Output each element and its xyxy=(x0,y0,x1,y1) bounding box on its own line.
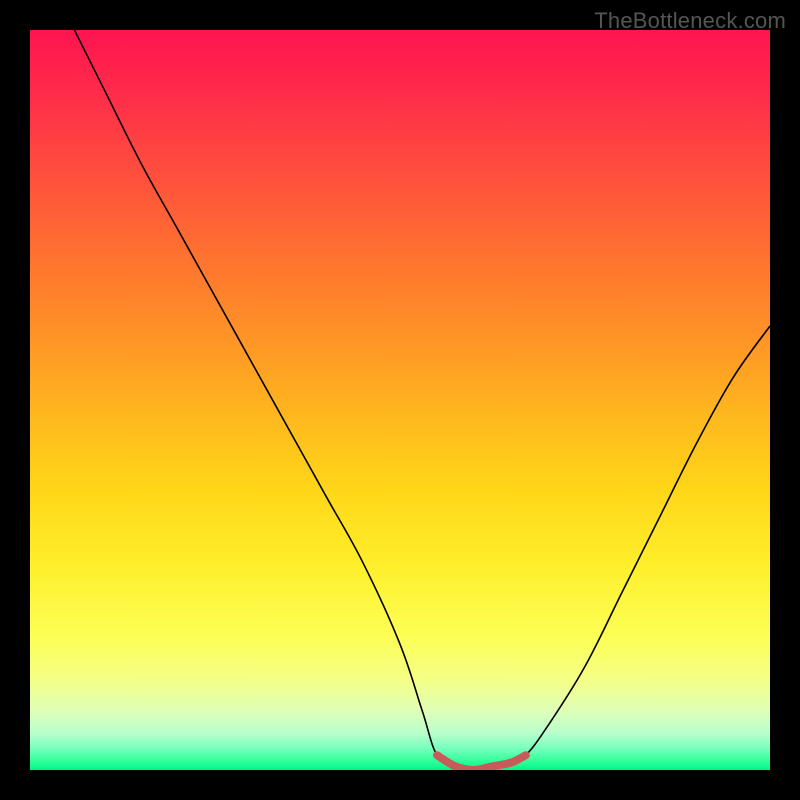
watermark-text: TheBottleneck.com xyxy=(594,8,786,34)
heat-gradient-background xyxy=(30,30,770,770)
plot-area xyxy=(30,30,770,770)
